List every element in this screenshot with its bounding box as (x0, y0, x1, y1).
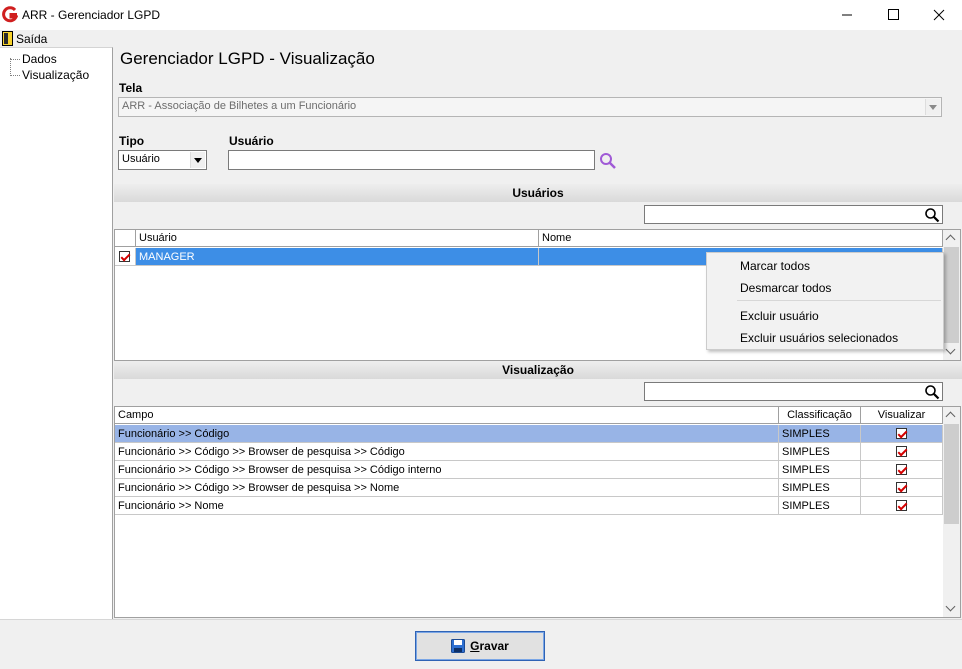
cell-classificacao: SIMPLES (779, 425, 861, 443)
save-button[interactable]: Gravar (415, 631, 545, 661)
tipo-select[interactable]: Usuário (118, 150, 207, 170)
chevron-down-icon (925, 99, 940, 115)
table-row[interactable]: Funcionário >> Nome SIMPLES (115, 497, 943, 515)
minimize-button[interactable] (824, 0, 870, 30)
visualizar-checkbox[interactable] (896, 446, 907, 457)
cell-visualizar[interactable] (861, 461, 943, 479)
view-section-header: Visualização (114, 361, 962, 379)
visualizar-checkbox[interactable] (896, 428, 907, 439)
scroll-up-icon[interactable] (943, 230, 960, 247)
users-section-header: Usuários (114, 184, 962, 202)
table-row[interactable]: Funcionário >> Código >> Browser de pesq… (115, 443, 943, 461)
row-checkbox-cell[interactable] (115, 248, 136, 266)
maximize-button[interactable] (870, 0, 916, 30)
header-visualizar[interactable]: Visualizar (861, 407, 943, 424)
cell-classificacao: SIMPLES (779, 497, 861, 515)
users-search-input[interactable] (644, 205, 943, 224)
tela-select-value: ARR - Associação de Bilhetes a um Funcio… (122, 100, 357, 112)
cell-classificacao: SIMPLES (779, 461, 861, 479)
tree-branch (10, 74, 20, 76)
header-usuario[interactable]: Usuário (136, 230, 539, 247)
users-grid-header: Usuário Nome (115, 230, 943, 247)
page-title: Gerenciador LGPD - Visualização (120, 49, 375, 68)
app-logo-icon (2, 6, 18, 23)
context-menu-separator (737, 300, 941, 301)
cell-visualizar[interactable] (861, 425, 943, 443)
tela-select[interactable]: ARR - Associação de Bilhetes a um Funcio… (118, 97, 942, 117)
tree-item-label: Dados (22, 52, 57, 66)
scroll-up-icon[interactable] (943, 407, 960, 424)
scroll-thumb[interactable] (944, 424, 959, 524)
context-menu-delete-user[interactable]: Excluir usuário (740, 309, 819, 323)
close-button[interactable] (916, 0, 962, 30)
context-menu-unmark-all[interactable]: Desmarcar todos (740, 281, 831, 295)
tipo-label: Tipo (119, 134, 145, 148)
menu-bar: Saída (0, 30, 962, 47)
floppy-disk-icon (451, 639, 466, 653)
close-icon (933, 9, 945, 21)
search-icon[interactable] (924, 384, 940, 400)
cell-campo: Funcionário >> Código >> Browser de pesq… (115, 461, 779, 479)
context-menu-delete-selected[interactable]: Excluir usuários selecionados (740, 331, 898, 345)
menu-exit-label: Saída (16, 31, 48, 46)
title-bar: ARR - Gerenciador LGPD (0, 0, 962, 30)
scroll-down-icon[interactable] (943, 600, 960, 617)
tela-label: Tela (119, 81, 143, 95)
header-classificacao[interactable]: Classificação (779, 407, 861, 424)
tree-item-label: Visualização (22, 68, 90, 82)
usuario-input[interactable] (228, 150, 595, 170)
cell-visualizar[interactable] (861, 443, 943, 461)
search-icon[interactable] (599, 152, 617, 170)
usuario-label: Usuário (229, 134, 274, 148)
cell-classificacao: SIMPLES (779, 443, 861, 461)
scroll-thumb[interactable] (944, 247, 959, 343)
cell-classificacao: SIMPLES (779, 479, 861, 497)
view-grid-header: Campo Classificação Visualizar (115, 407, 943, 424)
chevron-down-icon (190, 152, 205, 168)
view-scrollbar[interactable] (943, 407, 960, 617)
minimize-icon (842, 14, 852, 16)
view-search-input[interactable] (644, 382, 943, 401)
save-button-label: Gravar (470, 639, 509, 653)
visualizar-checkbox[interactable] (896, 464, 907, 475)
tree-item-visualizacao[interactable]: Visualização (10, 67, 89, 83)
navigation-tree: Dados Visualização (0, 47, 113, 619)
tree-branch (10, 58, 20, 60)
row-checkbox[interactable] (119, 251, 130, 262)
context-menu-mark-all[interactable]: Marcar todos (740, 259, 810, 273)
table-row[interactable]: Funcionário >> Código SIMPLES (115, 425, 943, 443)
window-title: ARR - Gerenciador LGPD (22, 8, 161, 22)
door-exit-icon (2, 31, 13, 46)
users-scrollbar[interactable] (943, 230, 960, 360)
visualizar-checkbox[interactable] (896, 500, 907, 511)
header-campo[interactable]: Campo (115, 407, 779, 424)
table-row[interactable]: Funcionário >> Código >> Browser de pesq… (115, 479, 943, 497)
cell-usuario: MANAGER (136, 248, 539, 266)
cell-visualizar[interactable] (861, 497, 943, 515)
cell-campo: Funcionário >> Nome (115, 497, 779, 515)
context-menu: Marcar todos Desmarcar todos Excluir usu… (706, 252, 944, 350)
scroll-down-icon[interactable] (943, 343, 960, 360)
cell-campo: Funcionário >> Código >> Browser de pesq… (115, 443, 779, 461)
view-grid: Campo Classificação Visualizar Funcionár… (114, 406, 961, 618)
visualizar-checkbox[interactable] (896, 482, 907, 493)
tree-item-dados[interactable]: Dados (10, 51, 57, 67)
cell-campo: Funcionário >> Código >> Browser de pesq… (115, 479, 779, 497)
maximize-icon (888, 9, 899, 20)
header-nome[interactable]: Nome (539, 230, 943, 247)
tipo-select-value: Usuário (122, 153, 160, 165)
table-row[interactable]: Funcionário >> Código >> Browser de pesq… (115, 461, 943, 479)
menu-exit[interactable]: Saída (2, 30, 47, 47)
search-icon[interactable] (924, 207, 940, 223)
header-checkbox-column[interactable] (115, 230, 136, 247)
cell-campo: Funcionário >> Código (115, 425, 779, 443)
cell-visualizar[interactable] (861, 479, 943, 497)
